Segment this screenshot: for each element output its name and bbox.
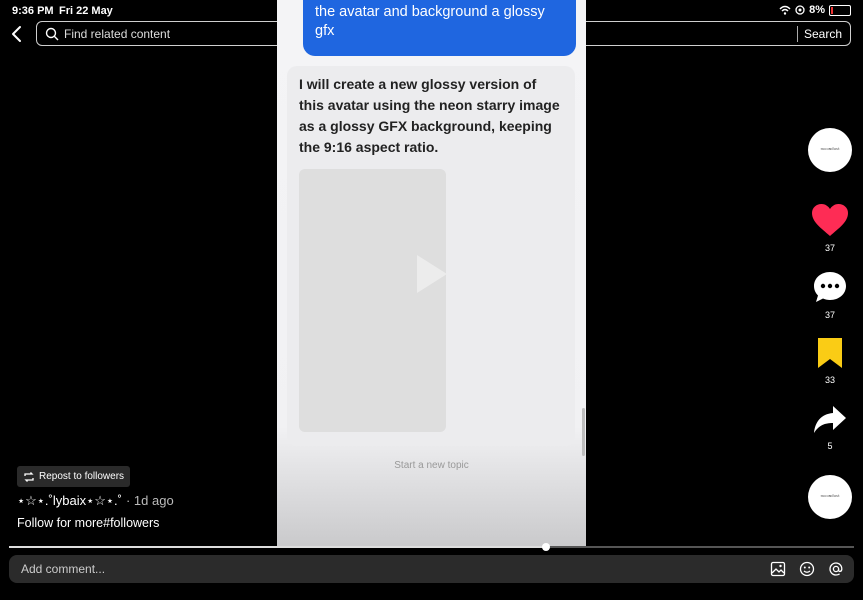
post-caption[interactable]: Follow for more#followers	[17, 516, 159, 530]
back-arrow-icon[interactable]	[8, 24, 26, 44]
save-count: 33	[824, 375, 835, 385]
wifi-icon	[779, 5, 791, 15]
user-message-bubble: the picture one make it background for t…	[303, 0, 576, 56]
author-name[interactable]: ⋆☆⋆.˚lybaix⋆☆⋆.˚	[17, 493, 122, 509]
location-icon	[795, 5, 805, 15]
comment-count: 37	[824, 310, 835, 320]
creator-avatar[interactable]: ᵐᵒᵒᶰᵈᵘˢᵗ	[806, 128, 854, 172]
comment-input[interactable]: Add comment...	[21, 562, 105, 576]
search-input[interactable]: Find related content	[64, 27, 170, 41]
video-progress-fill	[9, 546, 546, 548]
battery-icon	[829, 4, 851, 16]
comment-bar[interactable]: Add comment...	[9, 555, 854, 583]
start-new-topic-link: Start a new topic	[394, 460, 469, 471]
sound-button[interactable]: ᵐᵒᵒᶰᵈᵘˢᵗ	[806, 475, 854, 519]
share-arrow-icon	[814, 406, 846, 433]
comment-bubble-icon	[814, 272, 846, 302]
repost-label: Repost to followers	[39, 471, 125, 482]
avatar[interactable]: ᵐᵒᵒᶰᵈᵘˢᵗ	[808, 128, 852, 172]
mention-icon[interactable]	[828, 561, 844, 577]
search-button[interactable]: Search	[804, 27, 842, 41]
bookmark-icon	[818, 338, 842, 368]
video-progress-bar[interactable]	[9, 543, 854, 551]
share-count: 5	[827, 441, 833, 451]
sound-avatar[interactable]: ᵐᵒᵒᶰᵈᵘˢᵗ	[808, 475, 852, 519]
status-time: 9:36 PM	[12, 5, 54, 17]
repost-icon	[24, 471, 34, 482]
sound-avatar-text: ᵐᵒᵒᶰᵈᵘˢᵗ	[820, 493, 840, 501]
video-player[interactable]: the picture one make it background for t…	[277, 0, 586, 548]
avatar-text: ᵐᵒᵒᶰᵈᵘˢᵗ	[820, 146, 840, 154]
search-divider	[797, 26, 798, 42]
author-line: ⋆☆⋆.˚lybaix⋆☆⋆.˚ · 1d ago	[17, 493, 174, 509]
search-icon	[45, 27, 59, 41]
comment-button[interactable]: 37	[806, 270, 854, 320]
post-time: · 1d ago	[125, 493, 174, 508]
like-button[interactable]: 37	[806, 203, 854, 253]
repost-button[interactable]: Repost to followers	[17, 466, 131, 487]
status-indicators: 8%	[779, 4, 851, 16]
heart-icon	[812, 204, 848, 236]
generated-image-placeholder	[299, 169, 446, 432]
battery-percent: 8%	[809, 4, 825, 16]
video-progress-handle[interactable]	[541, 543, 550, 551]
assistant-message-text: I will create a new glossy version of th…	[299, 76, 560, 155]
status-date: Fri 22 May	[59, 5, 113, 17]
play-icon	[417, 255, 447, 293]
image-icon[interactable]	[770, 561, 786, 577]
scroll-indicator	[582, 408, 585, 456]
like-count: 37	[824, 243, 835, 253]
save-button[interactable]: 33	[806, 337, 854, 385]
emoji-icon[interactable]	[799, 561, 815, 577]
share-button[interactable]: 5	[806, 405, 854, 451]
